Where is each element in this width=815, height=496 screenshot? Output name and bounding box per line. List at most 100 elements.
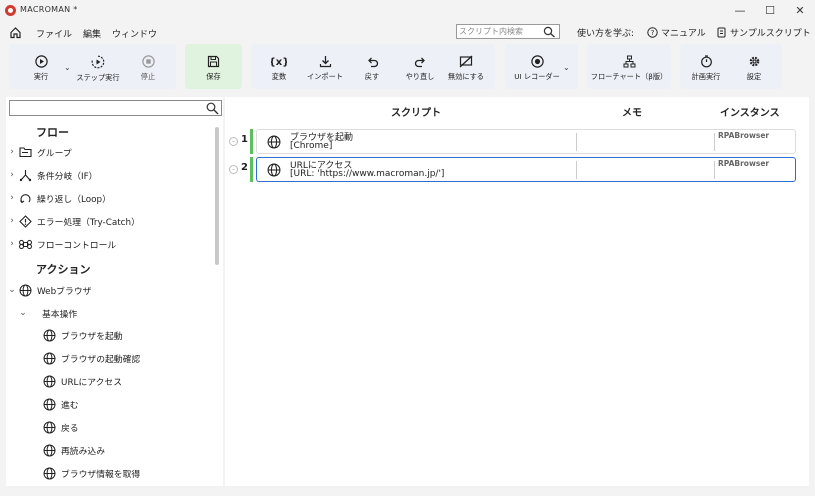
scheduled-run-button[interactable]: 計画実行 xyxy=(686,44,726,89)
tree-item-label: ブラウザの起動確認 xyxy=(61,354,141,365)
step-status-bar xyxy=(250,157,253,182)
manual-label: マニュアル xyxy=(661,29,706,39)
step-card[interactable]: URLにアクセス [URL: 'https://www.macroman.jp/… xyxy=(256,157,796,182)
stop-button[interactable]: 停止 xyxy=(133,44,163,89)
expand-chevron-icon[interactable]: › xyxy=(6,170,18,180)
tree-action-item[interactable]: URLにアクセス xyxy=(42,372,122,390)
collapse-step-icon[interactable]: – xyxy=(229,165,238,174)
settings-button[interactable]: 設定 xyxy=(736,44,772,89)
collapse-step-icon[interactable]: – xyxy=(229,137,238,146)
tree-item-try-catch[interactable]: › エラー処理（Try-Catch） xyxy=(6,212,140,230)
script-step-selected[interactable]: – 2 URLにアクセス [URL: 'https://www.macroman… xyxy=(228,157,798,182)
step-param: [Chrome] xyxy=(290,141,333,151)
manual-link[interactable]: ? マニュアル xyxy=(647,26,706,39)
menu-window[interactable]: ウィンドウ xyxy=(112,27,157,40)
tree-action-item[interactable]: 進む xyxy=(42,395,79,413)
run-dropdown-chevron-icon[interactable]: ⌄ xyxy=(64,63,71,72)
tree-item-label: 再読み込み xyxy=(61,446,105,457)
flowchart-button[interactable]: フローチャート（β版） xyxy=(589,44,669,89)
script-step[interactable]: – 1 ブラウザを起動 [Chrome] RPABrowser xyxy=(228,129,798,154)
search-icon[interactable] xyxy=(543,26,556,38)
menu-file[interactable]: ファイル xyxy=(36,27,72,40)
column-divider xyxy=(576,161,577,179)
flow-section-header: フロー xyxy=(36,126,69,139)
samples-link[interactable]: サンプルスクリプト xyxy=(716,26,811,39)
script-search-input[interactable] xyxy=(459,26,543,37)
ribbon-group-save: 保存 xyxy=(185,44,242,89)
search-icon[interactable] xyxy=(206,102,219,115)
globe-icon xyxy=(42,374,56,388)
title-bar xyxy=(0,0,815,22)
help-label: 使い方を学ぶ: xyxy=(577,29,635,39)
collapse-chevron-icon[interactable]: ⌄ xyxy=(6,285,18,295)
tree-search-box xyxy=(9,100,222,116)
globe-icon xyxy=(42,466,56,480)
tree-item-label: 繰り返し（Loop） xyxy=(37,194,111,205)
step-instance: RPABrowser xyxy=(718,131,770,140)
close-icon: ✕ xyxy=(795,3,805,17)
column-divider xyxy=(576,133,577,151)
step-run-icon xyxy=(91,55,105,69)
sample-script-icon xyxy=(717,27,726,38)
variables-label: 変数 xyxy=(271,72,287,81)
command-icon xyxy=(18,237,32,251)
menu-edit[interactable]: 編集 xyxy=(83,27,101,40)
tree-item-label: 条件分岐（IF） xyxy=(37,171,98,182)
save-button[interactable]: 保存 xyxy=(185,44,242,89)
tree-action-item[interactable]: ブラウザの起動確認 xyxy=(42,349,140,367)
expand-chevron-icon[interactable]: › xyxy=(6,193,18,203)
column-header-memo[interactable]: メモ xyxy=(622,104,642,119)
undo-button[interactable]: 戻す xyxy=(354,44,390,89)
ribbon-group-run: 実行 ⌄ ステップ実行 停止 xyxy=(9,44,176,89)
tree-action-item[interactable]: ブラウザを起動 xyxy=(42,326,123,344)
home-icon[interactable] xyxy=(9,26,22,39)
ui-recorder-button[interactable]: UI レコーダー xyxy=(511,44,563,89)
import-button[interactable]: インポート xyxy=(303,44,347,89)
run-button[interactable]: 実行 xyxy=(25,44,57,89)
save-label: 保存 xyxy=(206,72,221,81)
tree-item-web-browser[interactable]: ⌄ Webブラウザ xyxy=(6,281,91,299)
tree-scrollbar[interactable] xyxy=(215,127,219,265)
column-header-script[interactable]: スクリプト xyxy=(391,104,441,119)
redo-button[interactable]: やり直し xyxy=(401,44,439,89)
step-run-button[interactable]: ステップ実行 xyxy=(76,44,120,89)
column-header-instance[interactable]: インスタンス xyxy=(720,104,780,119)
settings-label: 設定 xyxy=(746,72,762,81)
svg-text:?: ? xyxy=(651,29,655,37)
minimize-button[interactable]: — xyxy=(725,0,755,20)
flowchart-icon xyxy=(623,55,635,68)
ribbon-group-edit: {x} 変数 インポート 戻す やり直し 無効にする xyxy=(251,44,495,89)
step-number: 1 xyxy=(241,134,248,145)
ribbon-group-flowchart: フローチャート（β版） xyxy=(587,44,671,89)
tree-search-input[interactable] xyxy=(12,102,202,114)
tree-item-if[interactable]: › 条件分岐（IF） xyxy=(6,166,97,184)
folder-icon xyxy=(18,145,32,159)
globe-icon xyxy=(42,420,56,434)
tree-action-item[interactable]: ブラウザ情報を取得 xyxy=(42,464,140,482)
tree-item-group[interactable]: › グループ xyxy=(6,143,71,161)
script-editor xyxy=(225,97,809,486)
collapse-chevron-icon[interactable]: ⌄ xyxy=(17,308,29,318)
step-status-bar xyxy=(250,129,253,154)
stop-label: 停止 xyxy=(140,72,156,81)
recorder-dropdown-chevron-icon[interactable]: ⌄ xyxy=(563,63,570,72)
close-button[interactable]: ✕ xyxy=(785,0,815,20)
disable-button[interactable]: 無効にする xyxy=(444,44,488,89)
tree-action-item[interactable]: 戻る xyxy=(42,418,79,436)
loop-icon xyxy=(18,191,32,205)
expand-chevron-icon[interactable]: › xyxy=(6,216,18,226)
tree-action-item[interactable]: 再読み込み xyxy=(42,441,105,459)
tree-item-flow-control[interactable]: › フローコントロール xyxy=(6,235,116,253)
tree-item-basic-ops[interactable]: ⌄ 基本操作 xyxy=(17,304,77,322)
variables-button[interactable]: {x} 変数 xyxy=(259,44,299,89)
globe-icon xyxy=(42,443,56,457)
import-icon xyxy=(319,56,331,68)
maximize-button[interactable]: ☐ xyxy=(755,0,785,20)
step-card[interactable]: ブラウザを起動 [Chrome] RPABrowser xyxy=(256,129,796,154)
tree-item-loop[interactable]: › 繰り返し（Loop） xyxy=(6,189,111,207)
variables-icon: {x} xyxy=(271,57,287,68)
tree-item-label: ブラウザ情報を取得 xyxy=(61,469,141,480)
expand-chevron-icon[interactable]: › xyxy=(6,239,18,249)
expand-chevron-icon[interactable]: › xyxy=(6,147,18,157)
step-run-label: ステップ実行 xyxy=(76,73,120,82)
